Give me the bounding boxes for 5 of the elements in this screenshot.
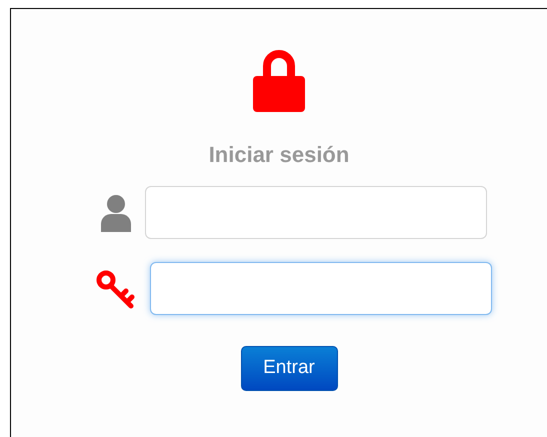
form-title: Iniciar sesión	[208, 142, 350, 168]
password-field[interactable]	[150, 262, 492, 315]
username-field[interactable]	[145, 186, 487, 239]
user-icon	[99, 192, 133, 232]
login-button[interactable]: Entrar	[240, 346, 338, 391]
